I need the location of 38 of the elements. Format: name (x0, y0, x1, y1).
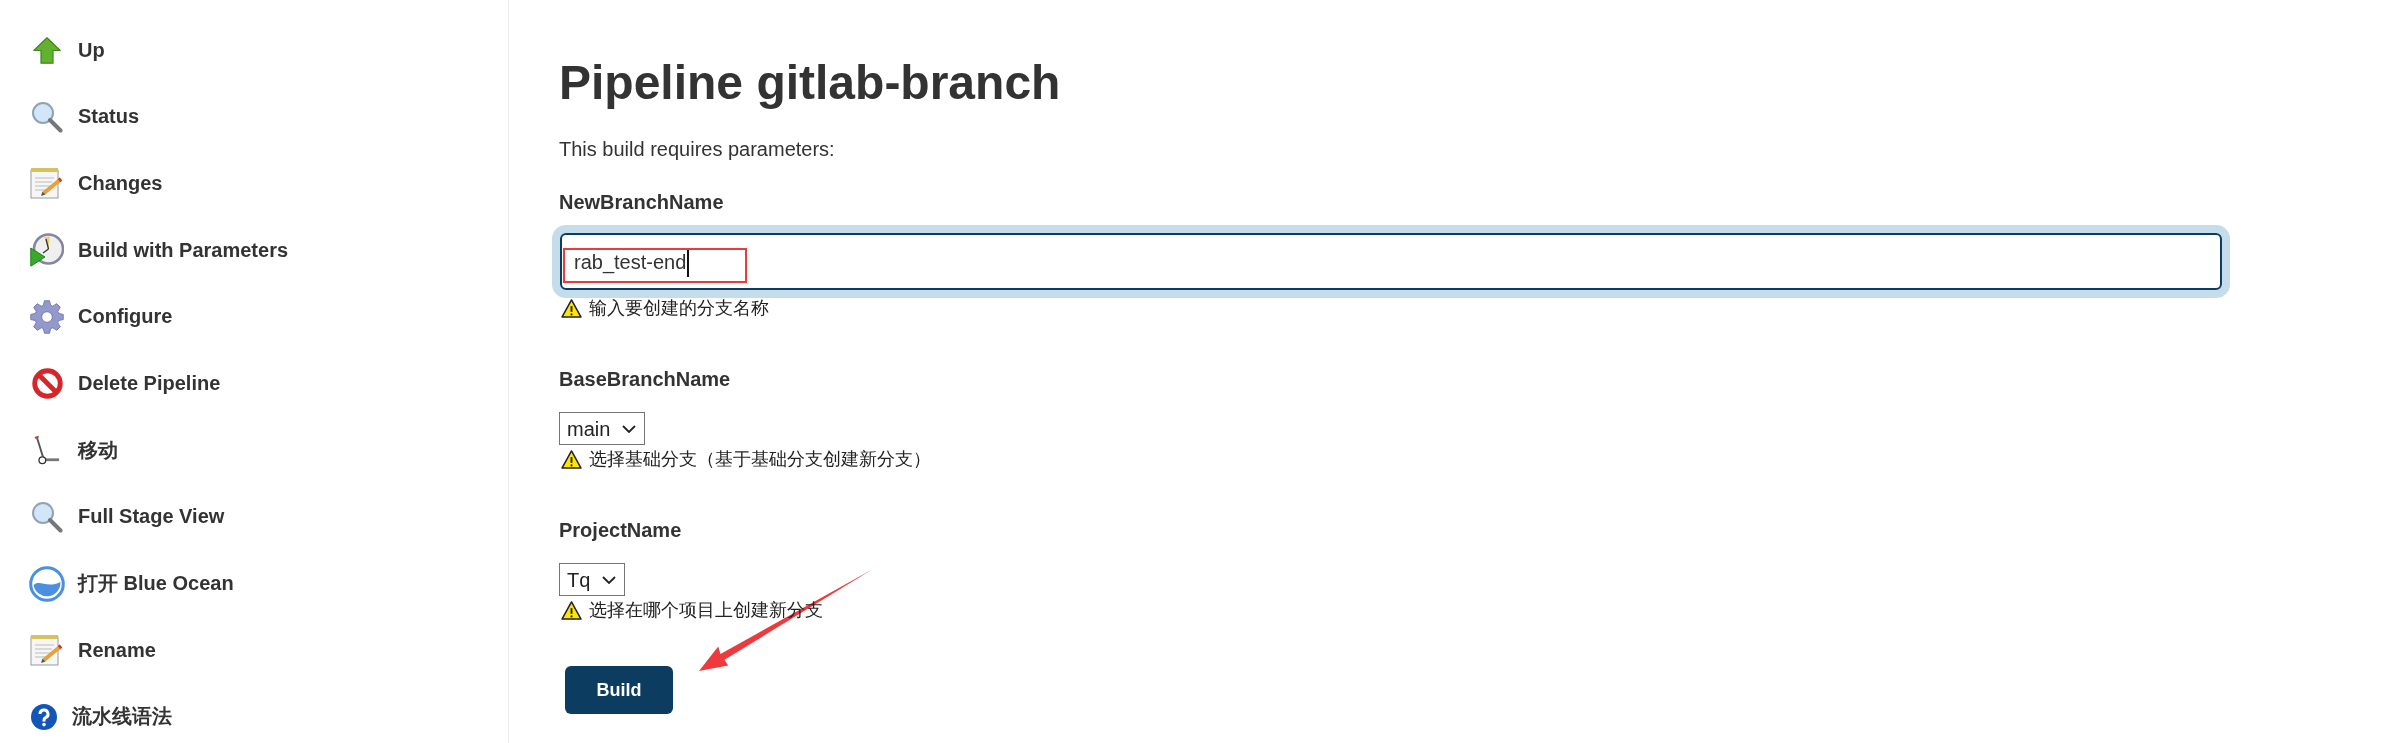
help-icon (31, 703, 57, 730)
parameter-label: NewBranchName (559, 190, 724, 215)
dropdown[interactable]: main (559, 412, 646, 445)
sidebar-item[interactable]: Build with Parameters (29, 225, 293, 276)
notepad-pencil-icon (30, 634, 64, 667)
parameter-label: BaseBranchName (559, 367, 731, 392)
warning-icon (561, 298, 582, 318)
water-circle-icon (29, 565, 65, 602)
sidebar-item[interactable]: 打开 Blue Ocean (29, 558, 238, 609)
sidebar-item[interactable]: 移动 (29, 425, 122, 476)
sidebar-item[interactable]: Up (29, 25, 109, 75)
sidebar-item[interactable]: 流水线语法 (29, 691, 176, 742)
sidebar-item[interactable]: Full Stage View (29, 491, 229, 542)
chevron-down-icon (622, 425, 637, 433)
sidebar-item[interactable]: Configure (29, 291, 177, 342)
gear-icon (30, 299, 64, 334)
intro-text: This build requires parameters: (559, 137, 835, 162)
sidebar-item[interactable]: Status (29, 91, 144, 142)
page-title: Pipeline gitlab-branch (559, 55, 1061, 111)
sidebar-item[interactable]: Rename (29, 625, 160, 676)
parameter-label: ProjectName (559, 518, 682, 543)
prohibited-icon (31, 367, 63, 399)
dropdown[interactable]: Tq (559, 563, 626, 596)
sidebar-item[interactable]: Changes (29, 158, 167, 209)
hint-text: 选择基础分支（基于基础分支创建新分支） (589, 448, 931, 471)
chevron-down-icon (602, 576, 617, 584)
text-cursor (687, 248, 689, 277)
build-button[interactable]: Build (565, 666, 673, 714)
warning-icon (561, 449, 582, 469)
up-arrow-icon (33, 36, 61, 64)
sidebar-item[interactable]: Delete Pipeline (29, 358, 225, 409)
clock-play-icon (30, 233, 64, 268)
notepad-pencil-icon (30, 167, 64, 200)
hint-text: 输入要创建的分支名称 (589, 297, 769, 320)
magnifier-icon (31, 500, 63, 533)
hand-truck-icon (34, 435, 60, 466)
warning-icon (561, 600, 582, 620)
magnifier-icon (31, 100, 63, 133)
